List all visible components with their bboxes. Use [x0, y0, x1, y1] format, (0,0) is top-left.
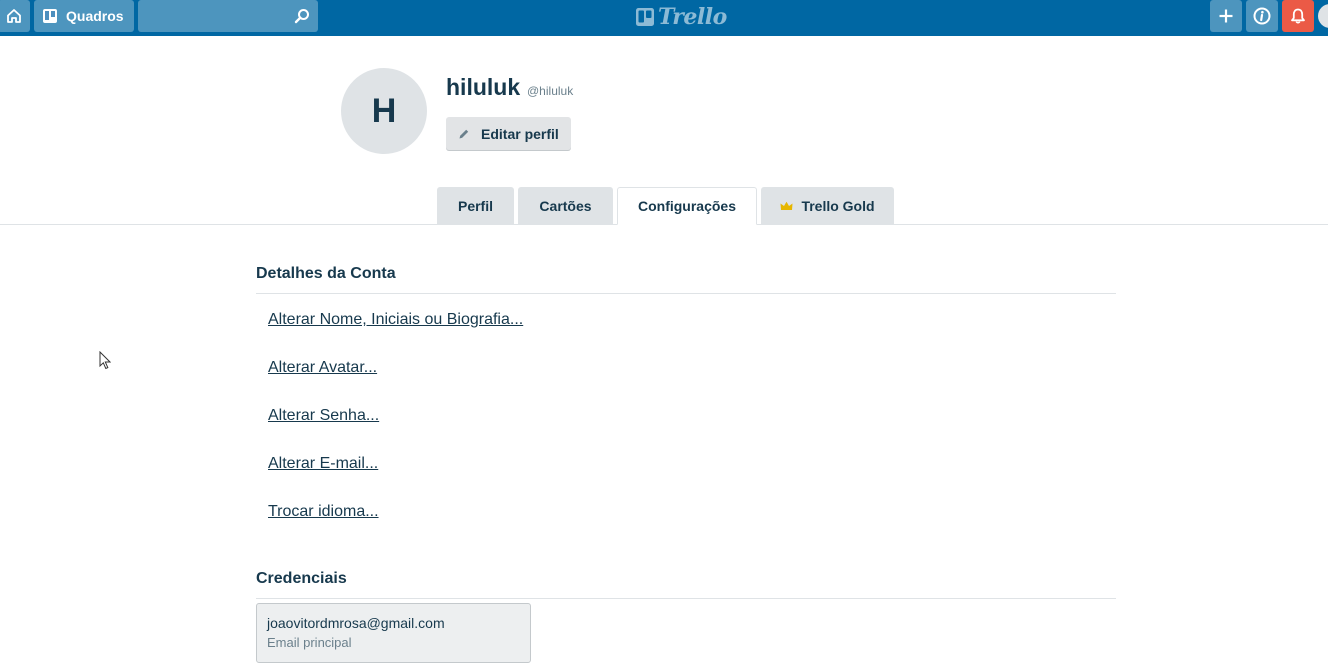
credentials-title: Credenciais [256, 570, 347, 587]
trello-logo-icon [636, 8, 654, 26]
add-button[interactable] [1210, 0, 1242, 32]
search-input[interactable] [138, 0, 288, 32]
tab-label: Trello Gold [801, 198, 875, 214]
trello-logo[interactable]: Trello [636, 4, 727, 30]
section-divider [256, 293, 1116, 294]
primary-email-box: joaovitordmrosa@gmail.com Email principa… [256, 603, 531, 663]
tab-cards[interactable]: Cartões [518, 187, 613, 225]
search-icon[interactable] [294, 8, 310, 24]
change-name-link[interactable]: Alterar Nome, Iniciais ou Biografia... [268, 311, 523, 329]
member-avatar[interactable] [1318, 4, 1328, 28]
top-header: Quadros Trello [0, 0, 1328, 36]
section-divider [256, 598, 1116, 599]
boards-button[interactable]: Quadros [34, 0, 134, 32]
tab-label: Cartões [539, 198, 592, 214]
primary-email: joaovitordmrosa@gmail.com [267, 615, 445, 631]
account-details-title: Detalhes da Conta [256, 265, 396, 282]
edit-profile-label: Editar perfil [481, 125, 559, 142]
change-avatar-link[interactable]: Alterar Avatar... [268, 359, 377, 377]
edit-profile-button[interactable]: Editar perfil [446, 117, 571, 150]
home-icon [7, 9, 21, 23]
pencil-icon [459, 129, 469, 138]
bell-icon [1291, 8, 1305, 24]
primary-email-label: Email principal [267, 635, 352, 650]
boards-label: Quadros [66, 8, 124, 24]
tab-label: Perfil [457, 198, 493, 214]
tab-trello-gold[interactable]: Trello Gold [761, 187, 894, 225]
change-email-link[interactable]: Alterar E-mail... [268, 455, 378, 473]
change-language-link[interactable]: Trocar idioma... [268, 503, 379, 521]
profile-name: hiluluk [446, 74, 521, 100]
profile-avatar[interactable]: H [341, 68, 427, 154]
search-box[interactable] [138, 0, 318, 32]
crown-icon [780, 201, 793, 210]
info-button[interactable] [1246, 0, 1278, 32]
tab-profile[interactable]: Perfil [437, 187, 514, 225]
logo-text: Trello [658, 4, 727, 30]
notifications-button[interactable] [1282, 0, 1314, 32]
tab-label: Configurações [637, 198, 736, 214]
plus-icon [1219, 9, 1233, 23]
avatar-initial: H [371, 91, 397, 130]
change-password-link[interactable]: Alterar Senha... [268, 407, 379, 425]
info-icon [1253, 7, 1271, 25]
profile-username: @hiluluk [527, 84, 574, 98]
mouse-cursor-icon [99, 351, 111, 370]
boards-icon [43, 9, 57, 23]
home-button[interactable] [0, 0, 30, 32]
tab-settings[interactable]: Configurações [617, 187, 757, 225]
